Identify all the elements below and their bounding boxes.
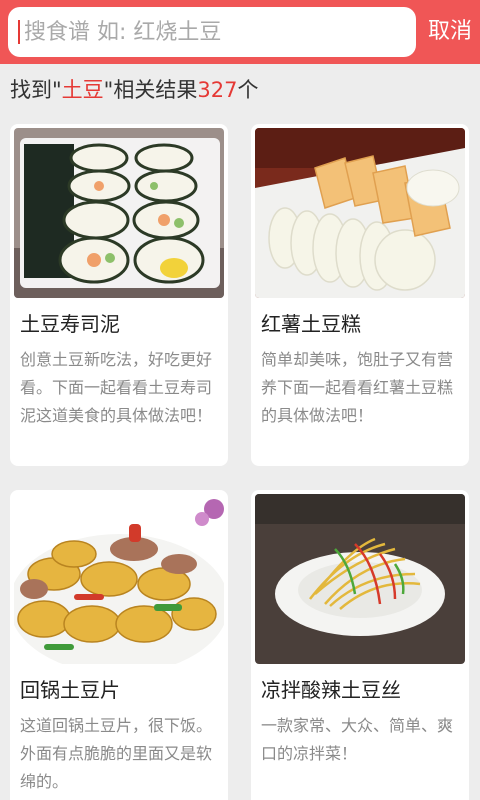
recipe-title: 红薯土豆糕 (261, 312, 361, 336)
search-box[interactable] (8, 7, 416, 57)
recipe-card[interactable]: 土豆寿司泥 创意土豆新吃法，好吃更好看。下面一起看看土豆寿司泥这道美食的具体做法… (10, 124, 228, 466)
top-bar: 取消 (0, 0, 480, 64)
search-input[interactable] (24, 7, 409, 57)
recipe-image-shredded-potato-salad (255, 494, 465, 664)
recipe-card[interactable]: 回锅土豆片 这道回锅土豆片，很下饭。外面有点脆脆的里面又是软绵的。 (10, 490, 228, 800)
result-count: 327 (197, 78, 238, 102)
recipe-image-twice-cooked-potato (14, 494, 224, 664)
recipe-description: 简单却美味，饱肚子又有营养下面一起看看红薯土豆糕的具体做法吧！ (261, 350, 454, 425)
recipe-description: 这道回锅土豆片，很下饭。外面有点脆脆的里面又是软绵的。 (20, 716, 213, 791)
recipe-description: 一款家常、大众、简单、爽口的凉拌菜！ (261, 716, 454, 763)
result-middle: "相关结果 (103, 78, 198, 102)
recipe-description: 创意土豆新吃法，好吃更好看。下面一起看看土豆寿司泥这道美食的具体做法吧！ (20, 350, 213, 425)
recipe-title: 凉拌酸辣土豆丝 (261, 678, 401, 702)
recipe-image-sushi-rolls (14, 128, 224, 298)
recipe-image-sweet-potato-cake (255, 128, 465, 298)
recipe-title: 土豆寿司泥 (20, 312, 120, 336)
result-prefix: 找到" (10, 78, 62, 102)
recipe-card[interactable]: 红薯土豆糕 简单却美味，饱肚子又有营养下面一起看看红薯土豆糕的具体做法吧！ (251, 124, 469, 466)
cancel-button[interactable]: 取消 (420, 0, 480, 64)
result-keyword: 土豆 (61, 78, 104, 102)
result-summary: 找到"土豆"相关结果327个 (10, 74, 258, 106)
recipe-card[interactable]: 凉拌酸辣土豆丝 一款家常、大众、简单、爽口的凉拌菜！ (251, 490, 469, 800)
text-cursor (18, 20, 20, 44)
result-suffix: 个 (237, 78, 259, 102)
recipe-title: 回锅土豆片 (20, 678, 120, 702)
